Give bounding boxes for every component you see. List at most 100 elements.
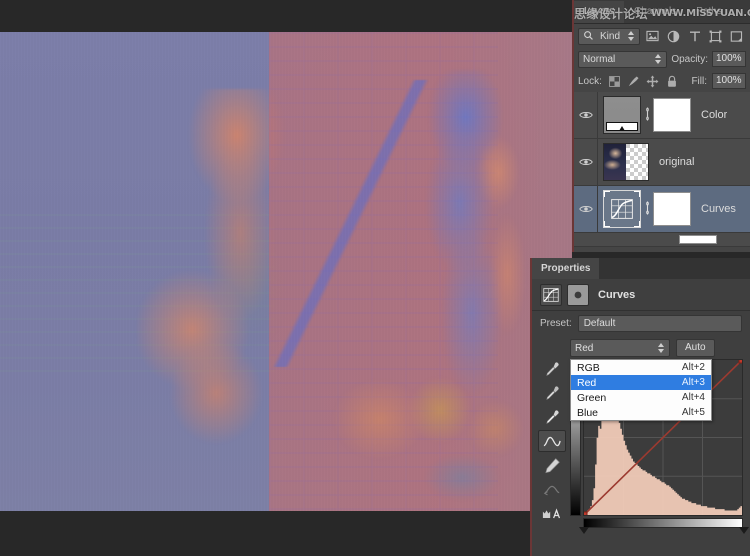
blend-mode-row[interactable]: Normal Opacity: 100%	[574, 48, 750, 70]
layer-filter-row[interactable]: Kind	[574, 24, 750, 48]
layer-list[interactable]: Color original	[574, 92, 750, 247]
smart-object-filter-icon[interactable]	[728, 28, 745, 45]
table-row[interactable]: original	[574, 139, 750, 186]
menu-item-shortcut: Alt+2	[682, 362, 705, 373]
chevron-updown-icon[interactable]	[658, 342, 665, 354]
tab-paths[interactable]: Paths	[686, 1, 732, 23]
opacity-input[interactable]: 100%	[712, 51, 746, 67]
page-title: Curves	[598, 289, 635, 301]
gradient-pin-icon	[619, 126, 625, 131]
lock-transparent-pixels-icon[interactable]	[608, 74, 622, 88]
fill-input[interactable]: 100%	[712, 73, 746, 89]
white-point-handle[interactable]	[739, 360, 742, 363]
menu-item-rgb[interactable]: RGB Alt+2	[571, 360, 711, 375]
draw-curve-pencil-icon[interactable]	[538, 454, 566, 476]
properties-panel[interactable]: Properties Curves Preset:	[530, 258, 750, 556]
menu-item-shortcut: Alt+5	[682, 407, 705, 418]
layer-mask-thumbnail-partial[interactable]	[679, 235, 717, 244]
layer-name-curves[interactable]: Curves	[701, 203, 736, 215]
document-image[interactable]	[0, 32, 572, 511]
link-icon[interactable]	[641, 107, 653, 124]
layers-panel-tabs[interactable]: Layers Channels Paths	[574, 0, 750, 24]
input-gradient-bar	[583, 518, 743, 528]
selection-corner-icon	[634, 190, 641, 197]
blend-mode-stepper-icon[interactable]	[655, 53, 662, 65]
table-row[interactable]: Color	[574, 92, 750, 139]
menu-item-label: Blue	[577, 407, 682, 419]
opacity-label: Opacity:	[671, 54, 708, 65]
fill-label: Fill:	[691, 76, 707, 87]
mask-thumbnail-icon[interactable]	[567, 284, 589, 306]
layer-row-partial[interactable]	[574, 233, 750, 247]
menu-item-shortcut: Alt+4	[682, 392, 705, 403]
menu-item-label: Green	[577, 392, 682, 404]
lock-label: Lock:	[578, 76, 602, 87]
white-point-eyedropper-icon[interactable]	[538, 406, 566, 428]
layer-thumbnail-curves[interactable]	[603, 190, 641, 228]
shape-layer-filter-icon[interactable]	[707, 28, 724, 45]
black-point-eyedropper-icon[interactable]	[538, 382, 566, 404]
layer-name-original[interactable]: original	[659, 156, 694, 168]
preset-label: Preset:	[540, 318, 572, 329]
pixel-layer-filter-icon[interactable]	[644, 28, 661, 45]
black-input-slider-handle[interactable]	[579, 527, 589, 534]
channel-dropdown-menu[interactable]: RGB Alt+2 Red Alt+3 Green Alt+4 Blue Alt…	[570, 359, 712, 421]
tab-layers[interactable]: Layers	[574, 1, 624, 23]
menu-item-label: Red	[577, 377, 682, 389]
layer-mask-thumbnail-color[interactable]	[653, 98, 691, 132]
channel-select-value: Red	[575, 343, 658, 354]
properties-panel-tabs[interactable]: Properties	[532, 258, 750, 279]
smooth-curve-icon[interactable]	[538, 478, 566, 500]
lock-position-icon[interactable]	[646, 74, 660, 88]
black-point-handle[interactable]	[584, 512, 587, 515]
menu-item-label: RGB	[577, 362, 682, 374]
menu-item-red[interactable]: Red Alt+3	[571, 375, 711, 390]
table-row[interactable]: Curves	[574, 186, 750, 233]
preset-row[interactable]: Preset: Default	[532, 311, 750, 335]
properties-header: Curves	[532, 279, 750, 311]
lock-image-pixels-icon[interactable]	[627, 74, 641, 88]
layer-visibility-toggle-color[interactable]	[574, 92, 598, 138]
image-grain-overlay	[0, 32, 572, 511]
link-icon[interactable]	[641, 201, 653, 218]
curves-adjustment-icon[interactable]	[540, 284, 562, 306]
thumbnail-transparency-checker	[626, 144, 648, 180]
layer-thumbnail-color[interactable]	[603, 96, 641, 134]
layer-name-color[interactable]: Color	[701, 109, 727, 121]
auto-button[interactable]: Auto	[676, 339, 715, 357]
menu-item-shortcut: Alt+3	[682, 377, 705, 388]
filter-kind-select[interactable]: Kind	[578, 28, 640, 45]
selection-corner-icon	[603, 221, 610, 228]
filter-kind-label: Kind	[600, 31, 624, 42]
search-icon	[583, 30, 596, 43]
curves-tool-strip[interactable]	[538, 358, 570, 526]
tab-channels[interactable]: Channels	[624, 1, 686, 23]
filter-kind-stepper-icon[interactable]	[628, 30, 635, 42]
layer-mask-thumbnail-curves[interactable]	[653, 192, 691, 226]
edit-points-curve-icon[interactable]	[538, 430, 566, 452]
layer-thumbnail-original[interactable]	[603, 143, 649, 181]
layer-visibility-toggle-original[interactable]	[574, 139, 598, 185]
eye-icon[interactable]	[579, 110, 592, 120]
selection-corner-icon	[603, 190, 610, 197]
eye-icon[interactable]	[579, 157, 592, 167]
sample-in-image-eyedropper-icon[interactable]	[538, 358, 566, 380]
adjustment-layer-filter-icon[interactable]	[665, 28, 682, 45]
blend-mode-select[interactable]: Normal	[578, 51, 667, 68]
thumbnail-photo-content	[604, 144, 626, 180]
curves-display-options-icon[interactable]	[538, 502, 566, 524]
type-layer-filter-icon[interactable]	[686, 28, 703, 45]
channel-select[interactable]: Red	[570, 339, 670, 357]
lock-row[interactable]: Lock:	[574, 70, 750, 92]
menu-item-green[interactable]: Green Alt+4	[571, 390, 711, 405]
lock-all-icon[interactable]	[665, 74, 679, 88]
layer-visibility-toggle-curves[interactable]	[574, 186, 598, 232]
eye-icon[interactable]	[579, 204, 592, 214]
menu-item-blue[interactable]: Blue Alt+5	[571, 405, 711, 420]
document-canvas-area[interactable]	[0, 0, 572, 556]
preset-select[interactable]: Default	[578, 315, 742, 332]
white-input-slider-handle[interactable]	[739, 527, 749, 534]
layers-panel[interactable]: Layers Channels Paths 思缘设计论坛 WWW.MISSYUA…	[572, 0, 750, 252]
tab-properties[interactable]: Properties	[532, 258, 599, 279]
selection-corner-icon	[634, 221, 641, 228]
